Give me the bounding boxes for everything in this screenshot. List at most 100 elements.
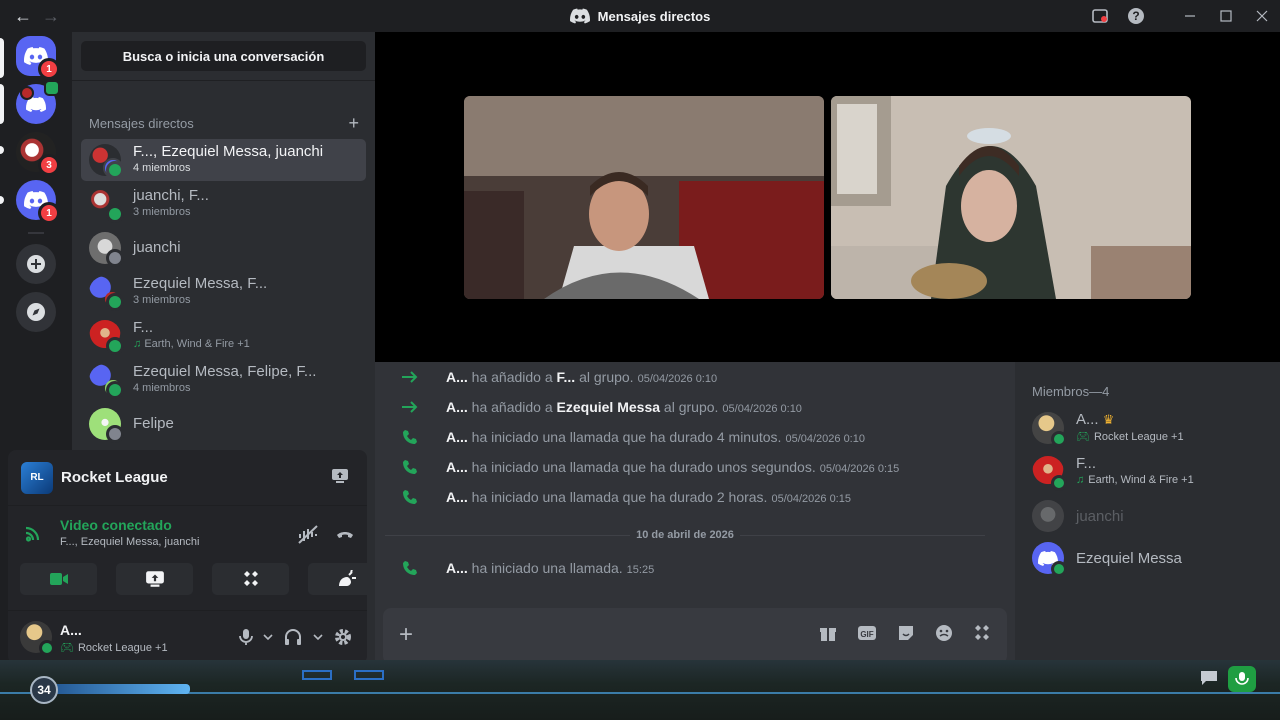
group-avatar [89, 188, 124, 223]
settings-gear-icon[interactable] [333, 627, 353, 647]
dm-item[interactable]: F..., Ezequiel Messa, juanchi 4 miembros [81, 139, 366, 181]
message-author[interactable]: A... [446, 560, 468, 576]
chat-bubble-icon[interactable] [1200, 670, 1218, 686]
dm-avatar-button[interactable]: 3 [16, 132, 60, 176]
video-camera-icon [49, 573, 68, 585]
title-bar: ← → Mensajes directos ? [0, 0, 1280, 32]
svg-text:GIF: GIF [860, 630, 873, 639]
message-text: ha añadido a [471, 369, 553, 385]
forward-arrow-icon[interactable]: → [42, 6, 60, 26]
inbox-icon[interactable] [1082, 0, 1118, 32]
message-text: al grupo. [579, 369, 634, 385]
overlay-voice-icon[interactable] [1228, 666, 1256, 692]
date-divider: 10 de abril de 2026 [385, 527, 985, 543]
avatar [1032, 542, 1067, 577]
back-arrow-icon[interactable]: ← [14, 6, 32, 26]
member-item[interactable]: juanchi [1032, 496, 1272, 536]
message-author[interactable]: A... [446, 429, 468, 445]
selected-pill [0, 38, 4, 78]
dm-name: juanchi, F... [133, 187, 209, 204]
group-dm-avatar[interactable] [16, 80, 60, 124]
create-dm-plus-icon[interactable]: + [348, 114, 359, 132]
camera-button[interactable] [20, 563, 97, 595]
add-server-button[interactable] [16, 244, 56, 284]
dm-item[interactable]: juanchi, F... 3 miembros [81, 183, 366, 225]
member-activity: Earth, Wind & Fire +1 [1088, 474, 1194, 486]
timestamp: 05/04/2026 0:15 [771, 493, 851, 505]
member-list: Miembros—4 A... ♛ 🎮︎ Rocket League +1 F..… [1015, 362, 1280, 660]
dm-item[interactable]: F... ♫ Earth, Wind & Fire +1 [81, 315, 366, 357]
phone-icon [401, 559, 419, 577]
server-button[interactable]: 1 [16, 180, 60, 224]
member-item[interactable]: F... ♫ Earth, Wind & Fire +1 [1032, 452, 1272, 492]
rail-divider [28, 232, 44, 234]
apps-icon[interactable] [973, 624, 991, 642]
chevron-down-icon[interactable] [313, 633, 323, 641]
video-tile[interactable] [831, 96, 1191, 299]
noise-suppression-icon[interactable] [297, 524, 319, 544]
search-conversation-button[interactable]: Busca o inicia una conversación [81, 41, 366, 71]
emoji-icon[interactable] [935, 624, 953, 642]
attach-plus-icon[interactable]: + [399, 621, 413, 649]
screen-share-icon[interactable] [331, 468, 349, 484]
dm-header-label: Mensajes directos [89, 116, 194, 131]
system-message: A... ha iniciado una llamada. 15:25 [375, 553, 1015, 583]
avatar[interactable] [20, 621, 55, 656]
video-tile[interactable] [464, 96, 824, 299]
direct-messages-home-button[interactable]: 1 [16, 36, 60, 80]
microphone-icon[interactable] [239, 628, 253, 646]
dm-item[interactable]: Ezequiel Messa, F... 3 miembros [81, 271, 366, 313]
member-activity: Rocket League +1 [1093, 430, 1184, 443]
dm-name: Ezequiel Messa, Felipe, F... [133, 363, 317, 380]
gift-icon[interactable] [819, 624, 837, 642]
member-name: A... [1076, 411, 1099, 428]
signal-icon [25, 526, 40, 542]
voice-channel: F..., Ezequiel Messa, juanchi [60, 536, 200, 548]
dm-item[interactable]: juanchi [81, 227, 366, 269]
dm-item[interactable]: Felipe [81, 403, 366, 445]
avatar [89, 320, 124, 355]
game-activity: RL Rocket League [8, 450, 367, 506]
close-icon[interactable] [1244, 0, 1280, 32]
activities-button[interactable] [212, 563, 289, 595]
webcam-feed-image [464, 96, 824, 299]
gif-icon[interactable]: GIF [857, 624, 877, 642]
headphones-icon[interactable] [283, 628, 303, 646]
timestamp: 05/04/2026 0:15 [819, 463, 900, 475]
dm-item[interactable]: Ezequiel Messa, Felipe, F... 4 miembros [81, 359, 366, 401]
avatar [89, 408, 124, 443]
dm-name: F..., Ezequiel Messa, juanchi [133, 143, 324, 160]
help-icon[interactable]: ? [1118, 0, 1154, 32]
message-author[interactable]: A... [446, 399, 468, 415]
timestamp: 05/04/2026 0:10 [785, 433, 865, 445]
member-item[interactable]: A... ♛ 🎮︎ Rocket League +1 [1032, 408, 1272, 448]
discover-button[interactable] [16, 292, 56, 332]
member-item[interactable]: Ezequiel Messa [1032, 538, 1272, 578]
phone-icon [401, 458, 419, 476]
sticker-icon[interactable] [897, 624, 915, 642]
minimize-icon[interactable] [1172, 0, 1208, 32]
share-screen-button[interactable] [116, 563, 193, 595]
system-message: A... ha iniciado una llamada que ha dura… [375, 482, 1015, 512]
message-text: ha iniciado una llamada que ha durado un… [471, 459, 816, 475]
screen-share-icon [145, 571, 164, 587]
avatar [1032, 500, 1064, 532]
message-author[interactable]: A... [446, 369, 468, 385]
message-author[interactable]: A... [446, 489, 468, 505]
xp-bar [40, 684, 190, 694]
group-avatar [89, 144, 124, 179]
message-target[interactable]: F... [557, 369, 576, 385]
message-target[interactable]: Ezequiel Messa [557, 399, 661, 415]
gamepad-icon: 🎮︎ [60, 642, 74, 654]
soundboard-button[interactable] [308, 563, 385, 595]
message-text: ha iniciado una llamada. [471, 560, 623, 576]
message-composer[interactable]: + GIF [383, 608, 1007, 664]
level-badge: 34 [30, 676, 58, 704]
unread-pill [0, 84, 4, 124]
video-badge-icon [44, 80, 60, 96]
maximize-icon[interactable] [1208, 0, 1244, 32]
dm-name: Felipe [133, 415, 174, 432]
message-author[interactable]: A... [446, 459, 468, 475]
disconnect-icon[interactable] [335, 524, 355, 544]
chevron-down-icon[interactable] [263, 633, 273, 641]
